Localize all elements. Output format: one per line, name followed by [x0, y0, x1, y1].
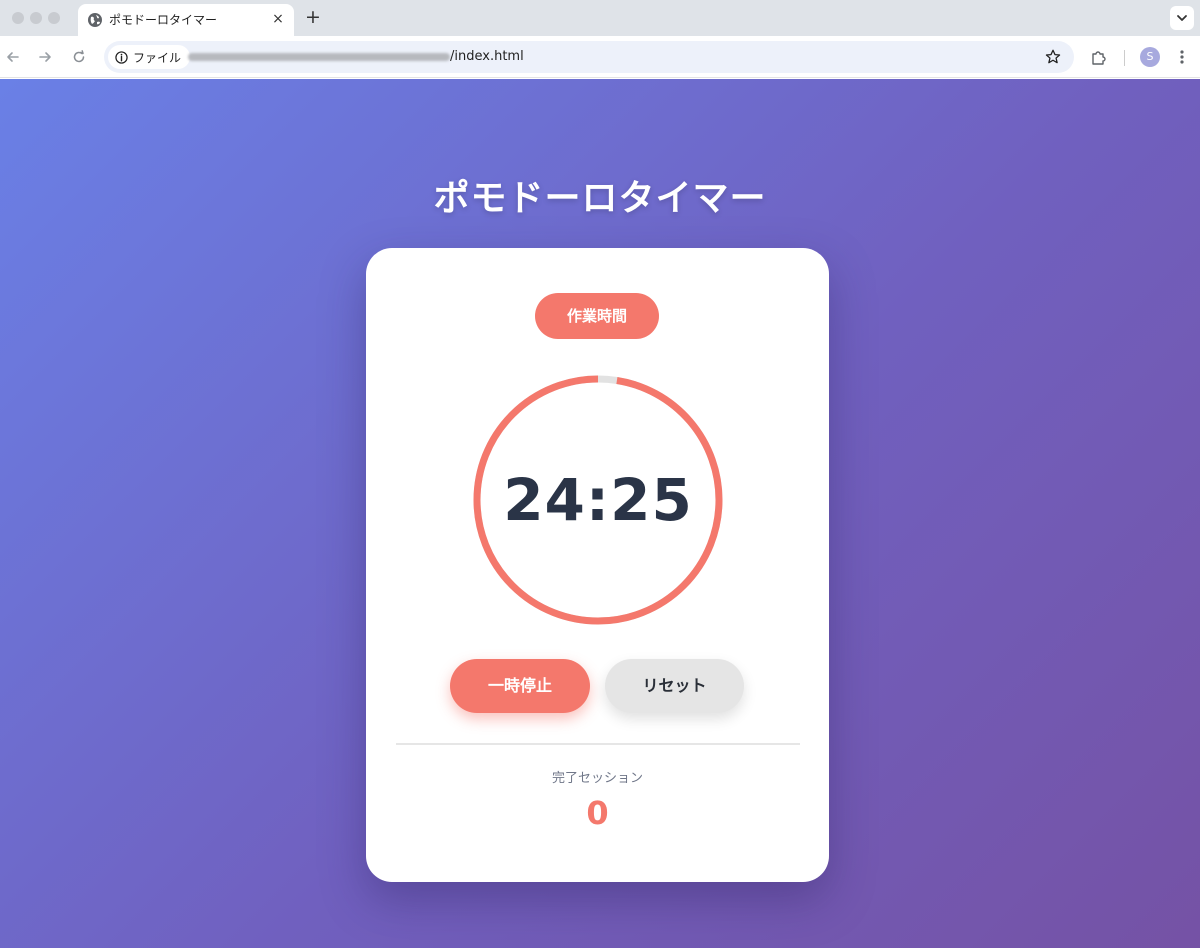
url-text: /index.html — [450, 49, 524, 64]
window-close-dot[interactable] — [12, 12, 24, 24]
card-divider — [396, 743, 800, 745]
profile-avatar[interactable]: S — [1140, 47, 1160, 67]
site-info-chip[interactable]: ファイル — [108, 45, 191, 69]
sessions-label: 完了セッション — [551, 771, 643, 786]
tab-title: ポモドーロタイマー — [109, 13, 218, 27]
globe-icon — [88, 13, 102, 27]
window-minimize-dot[interactable] — [30, 12, 42, 24]
app-title: ポモドーロタイマー — [433, 178, 767, 219]
tab-close-icon[interactable]: × — [270, 11, 286, 27]
chevron-down-icon — [1177, 15, 1187, 21]
back-button[interactable] — [2, 46, 24, 68]
extensions-button[interactable] — [1089, 47, 1109, 67]
browser-toolbar: ファイル /index.html S — [0, 36, 1200, 78]
more-vert-icon — [1180, 50, 1184, 64]
tab-search-button[interactable] — [1170, 6, 1194, 30]
bookmark-star-icon[interactable] — [1044, 48, 1062, 66]
address-bar[interactable]: ファイル /index.html — [104, 41, 1074, 73]
browser-tab[interactable]: ポモドーロタイマー × — [78, 4, 294, 36]
arrow-right-icon — [39, 52, 51, 62]
timer-card: 作業時間 24:25 一時停止 リセット 完了セッション 0 — [366, 248, 829, 882]
new-tab-button[interactable]: + — [304, 7, 322, 27]
browser-tab-bar: ポモドーロタイマー × + — [0, 0, 1200, 36]
arrow-left-icon — [7, 52, 19, 62]
reload-icon — [73, 50, 85, 63]
window-zoom-dot[interactable] — [48, 12, 60, 24]
site-info-label: ファイル — [133, 50, 182, 65]
browser-menu-button[interactable] — [1172, 47, 1192, 67]
url-path-redacted — [188, 53, 450, 61]
page-background: ポモドーロタイマー 作業時間 24:25 一時停止 リセット 完了セッション 0 — [0, 79, 1200, 948]
mode-badge[interactable]: 作業時間 — [535, 293, 659, 339]
pause-button[interactable]: 一時停止 — [450, 659, 590, 713]
puzzle-icon — [1092, 51, 1106, 65]
time-display: 24:25 — [503, 466, 693, 534]
toolbar-separator — [1124, 50, 1125, 66]
reset-button[interactable]: リセット — [605, 659, 744, 713]
forward-button[interactable] — [34, 46, 56, 68]
info-icon — [115, 50, 128, 64]
reload-button[interactable] — [68, 46, 90, 68]
sessions-count: 0 — [586, 794, 609, 832]
